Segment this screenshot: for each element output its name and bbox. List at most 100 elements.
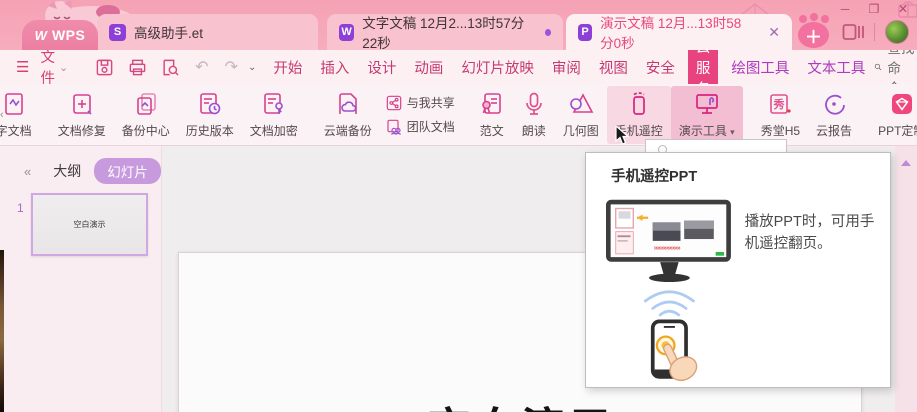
menu-insert[interactable]: 插入 — [311, 57, 358, 78]
tab-spreadsheet[interactable]: S 高级助手.et — [97, 14, 318, 50]
ribbon-history-version-button[interactable]: 历史版本 — [178, 86, 242, 144]
team-docs-icon — [387, 119, 401, 135]
menu-text-tools[interactable]: 文本工具 — [798, 57, 874, 78]
print-icon — [129, 59, 146, 75]
diamond-icon — [891, 93, 912, 114]
window-controls: ─ ❐ ✕ — [837, 1, 911, 16]
text-doc-icon — [4, 92, 23, 115]
vertical-scrollbar[interactable] — [895, 146, 917, 412]
phone-remote-tooltip: 手机遥控PPT ››››››››››››››››› 播放PPT时，可用手机遥控翻… — [585, 152, 891, 388]
phone-remote-illustration: ››››››››››››››››› — [606, 199, 731, 382]
print-preview-button[interactable] — [154, 58, 187, 77]
menubar: ☰ 文件 ⌄ ↶ ↷ ⌄ 开始 插入 设计 动画 幻灯片放映 审阅 视图 安全 … — [0, 32, 917, 102]
ribbon-read-aloud-button[interactable]: 朗读 — [513, 86, 555, 144]
doc-repair-icon — [72, 93, 92, 115]
slide-panel: « 大纲 幻灯片 1 空白演示 — [0, 146, 162, 412]
search-icon — [875, 63, 882, 71]
print-preview-icon — [163, 59, 179, 76]
menu-draw-tools[interactable]: 绘图工具 — [722, 57, 798, 78]
divider — [874, 22, 875, 41]
menu-design[interactable]: 设计 — [358, 57, 405, 78]
ribbon-model-essay-button[interactable]: 范文 — [471, 86, 513, 144]
tooltip-title: 手机遥控PPT — [611, 169, 698, 185]
slide-title-text: 空白演示 — [179, 393, 863, 412]
ribbon-doc-encrypt-button[interactable]: 文档加密 — [242, 86, 306, 144]
ribbon-ppt-custom-button[interactable]: PPT定制 — [870, 86, 917, 144]
ribbon-toolbar: ‹ 字文档 文档修复 备份中心 历史版本 文档加密 云端备份 与我共享 团队文档… — [0, 84, 917, 146]
file-menu[interactable]: 文件 — [34, 46, 59, 88]
ribbon-present-tools-button[interactable]: 演示工具 ▾ — [670, 85, 743, 144]
paw-toe-icon — [821, 15, 829, 23]
ribbon-xiutang-h5-button[interactable]: 秀 秀堂H5 — [753, 86, 808, 144]
backup-center-icon — [136, 92, 156, 115]
ribbon-doc-repair-button[interactable]: 文档修复 — [50, 86, 114, 144]
share-icon — [386, 95, 402, 110]
slide-panel-header: « 大纲 幻灯片 — [0, 158, 162, 184]
collapse-panel-icon[interactable]: « — [24, 164, 31, 179]
geometry-icon — [569, 92, 594, 113]
tab-label: 高级助手.et — [134, 26, 204, 41]
microphone-icon — [525, 92, 542, 115]
tooltip-description: 播放PPT时，可用手机遥控翻页。 — [744, 214, 875, 252]
menu-view[interactable]: 视图 — [590, 57, 637, 78]
save-button[interactable] — [88, 58, 121, 77]
new-tab-paw-button[interactable]: ＋ — [796, 13, 832, 48]
file-menu-carat-icon[interactable]: ⌄ — [59, 61, 76, 74]
hamburger-menu-icon[interactable]: ☰ — [10, 58, 34, 76]
menu-security[interactable]: 安全 — [637, 57, 684, 78]
model-essay-icon — [481, 92, 501, 114]
desktop-edge-strip — [0, 250, 4, 412]
menu-animation[interactable]: 动画 — [405, 57, 452, 78]
minimize-button[interactable]: ─ — [837, 1, 853, 16]
ribbon-shared-with-me-button[interactable]: 与我共享 — [386, 94, 455, 111]
tab-presentation-active[interactable]: P 演示文稿 12月...13时58分0秒 ✕ — [566, 14, 792, 51]
quick-access-carat-icon[interactable]: ⌄ — [246, 62, 264, 73]
tab-label: 文字文稿 12月2...13时57分22秒 — [362, 16, 525, 51]
menu-slideshow[interactable]: 幻灯片放映 — [452, 57, 543, 78]
titlebar: W WPS S 高级助手.et W 文字文稿 12月2...13时57分22秒 … — [0, 0, 917, 51]
print-button[interactable] — [121, 58, 154, 77]
tab-label: 演示文稿 12月...13时58分0秒 — [600, 16, 742, 51]
document-tabs: S 高级助手.et W 文字文稿 12月2...13时57分22秒 P 演示文稿… — [97, 14, 792, 51]
tab-outline[interactable]: 大纲 — [53, 161, 81, 181]
ribbon-backup-center-button[interactable]: 备份中心 — [114, 86, 178, 144]
writer-icon: W — [339, 23, 355, 41]
tab-slides-active[interactable]: 幻灯片 — [94, 158, 161, 184]
doc-encrypt-icon — [263, 92, 283, 114]
scroll-up-arrow-icon[interactable] — [901, 160, 911, 166]
ribbon-text-doc-button[interactable]: 字文档 — [0, 86, 40, 144]
maximize-button[interactable]: ❐ — [866, 1, 882, 16]
ribbon-cloud-backup-button[interactable]: 云端备份 — [316, 86, 380, 144]
paw-toe-icon — [810, 13, 818, 21]
redo-button[interactable]: ↷ — [217, 57, 246, 77]
ribbon-geometry-button[interactable]: 几何图 — [555, 86, 607, 144]
ribbon-cloud-report-button[interactable]: 云报告 — [808, 86, 860, 144]
mouse-cursor-icon — [615, 126, 630, 145]
titlebar-actions: ＋ — [796, 13, 909, 48]
menu-home[interactable]: 开始 — [264, 57, 311, 78]
phone-remote-icon — [632, 91, 645, 115]
xiutang-h5-icon: 秀 — [770, 93, 791, 114]
unsaved-dot-icon — [544, 28, 552, 36]
user-avatar[interactable] — [885, 19, 909, 44]
undo-button[interactable]: ↶ — [187, 57, 216, 77]
spreadsheet-icon: S — [109, 23, 126, 41]
slide-number: 1 — [17, 201, 24, 215]
ribbon-team-docs-button[interactable]: 团队文档 — [386, 118, 455, 135]
close-button[interactable]: ✕ — [895, 1, 911, 16]
slide-thumbnail[interactable]: 空白演示 — [31, 193, 148, 256]
tab-close-icon[interactable]: ✕ — [768, 25, 780, 39]
tab-list-button[interactable] — [842, 23, 864, 41]
menu-review[interactable]: 审阅 — [543, 57, 590, 78]
dropdown-arrow-icon: ▾ — [730, 126, 735, 137]
svg-text:秀: 秀 — [773, 97, 785, 111]
wps-home-button[interactable]: W WPS — [22, 20, 98, 50]
wps-logo-icon: W — [34, 27, 47, 43]
cloud-backup-icon — [338, 92, 357, 114]
save-icon — [96, 59, 113, 75]
history-version-icon — [199, 92, 221, 114]
svg-text:›››››››››››››››››: ››››››››››››››››› — [654, 243, 682, 252]
tab-writer[interactable]: W 文字文稿 12月2...13时57分22秒 — [327, 14, 563, 51]
cloud-report-icon — [825, 94, 845, 115]
ribbon-share-stack: 与我共享 团队文档 — [380, 94, 461, 135]
